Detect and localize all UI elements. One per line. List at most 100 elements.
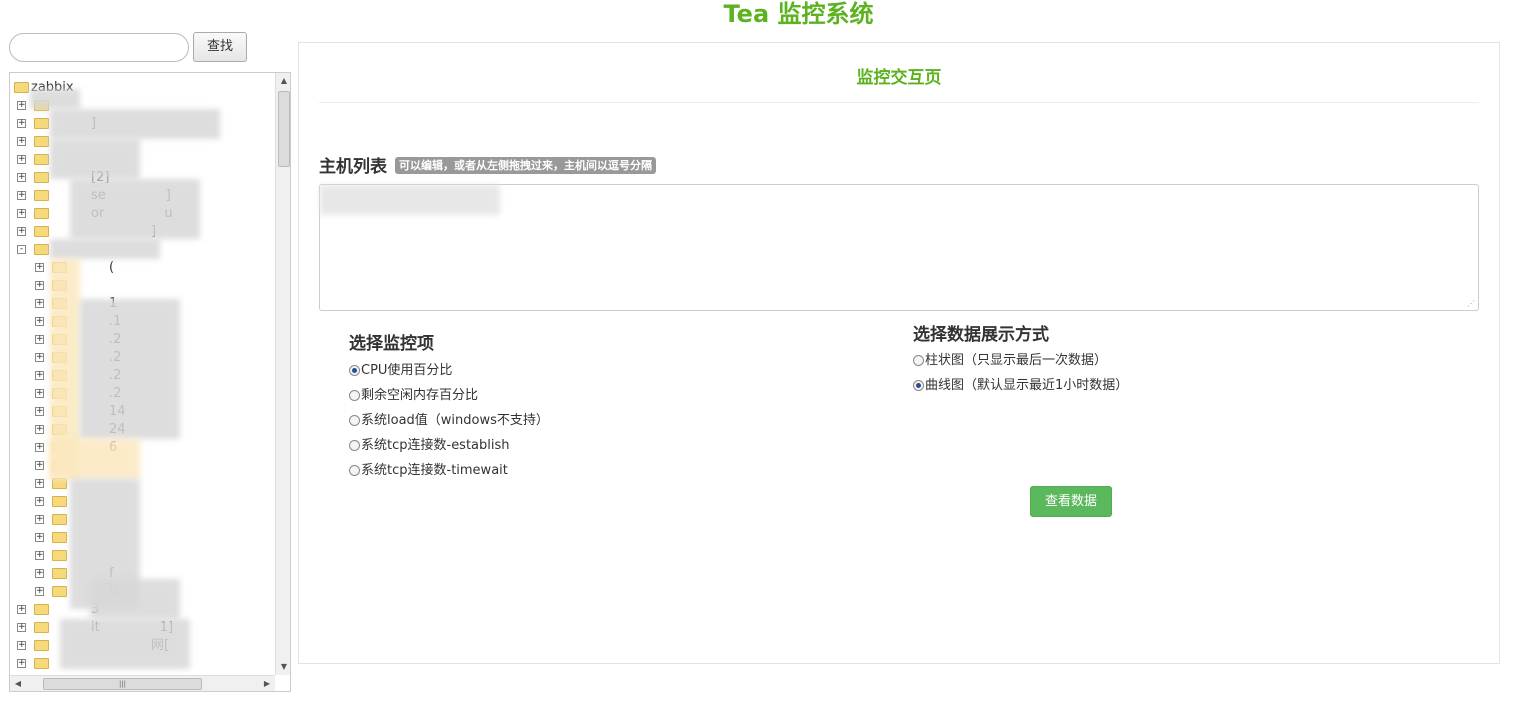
expand-icon[interactable]: + <box>17 191 26 200</box>
display-mode-label: 柱状图（只显示最后一次数据） <box>925 353 1108 368</box>
main-panel: 监控交互页 主机列表 可以编辑，或者从左侧拖拽过来，主机间以逗号分隔 ⋰ 选择监… <box>298 42 1500 664</box>
folder-icon <box>34 190 49 201</box>
expand-icon[interactable]: + <box>35 389 44 398</box>
host-list-textarea[interactable]: ⋰ <box>319 184 1479 311</box>
view-data-button[interactable]: 查看数据 <box>1030 486 1112 517</box>
expand-icon[interactable]: + <box>35 479 44 488</box>
metric-option[interactable]: 系统tcp连接数-establish <box>349 437 510 455</box>
scroll-thumb[interactable] <box>278 91 290 167</box>
folder-icon <box>34 604 49 615</box>
expand-icon[interactable]: + <box>35 281 44 290</box>
radio-button[interactable] <box>349 390 360 401</box>
expand-icon[interactable]: + <box>17 659 26 668</box>
expand-icon[interactable]: + <box>35 407 44 416</box>
expand-icon[interactable]: + <box>35 533 44 542</box>
folder-icon <box>34 658 49 669</box>
folder-icon <box>52 532 67 543</box>
expand-icon[interactable]: + <box>35 461 44 470</box>
expand-icon[interactable]: + <box>35 353 44 362</box>
folder-icon <box>52 478 67 489</box>
expand-icon[interactable]: + <box>35 299 44 308</box>
expand-icon[interactable]: + <box>35 551 44 560</box>
folder-icon <box>52 586 67 597</box>
metric-section-title: 选择监控项 <box>349 334 434 354</box>
expand-icon[interactable]: + <box>35 443 44 452</box>
redaction-blur <box>50 139 140 179</box>
scroll-right-arrow-icon[interactable]: ▶ <box>259 676 275 691</box>
expand-icon[interactable]: + <box>35 587 44 596</box>
horizontal-scroll-thumb[interactable]: ||| <box>43 678 202 690</box>
folder-icon <box>52 550 67 561</box>
scroll-down-arrow-icon[interactable]: ▼ <box>276 659 290 675</box>
redaction-blur <box>70 179 200 239</box>
redaction-blur <box>50 109 220 139</box>
metric-option-label: CPU使用百分比 <box>361 363 453 378</box>
collapse-icon[interactable]: - <box>17 245 26 254</box>
folder-icon <box>34 118 49 129</box>
tree-node-label: ( <box>109 260 115 275</box>
folder-icon <box>34 244 49 255</box>
expand-icon[interactable]: + <box>35 335 44 344</box>
expand-icon[interactable]: + <box>17 623 26 632</box>
folder-icon <box>34 208 49 219</box>
tree-vertical-scrollbar[interactable]: ▲ ▼ <box>275 73 290 675</box>
expand-icon[interactable]: + <box>35 263 44 272</box>
display-mode-label: 曲线图（默认显示最近1小时数据） <box>925 378 1129 393</box>
expand-icon[interactable]: + <box>17 155 26 164</box>
expand-icon[interactable]: + <box>17 209 26 218</box>
radio-button[interactable] <box>349 365 360 376</box>
metric-option[interactable]: CPU使用百分比 <box>349 362 452 380</box>
folder-icon <box>34 226 49 237</box>
expand-icon[interactable]: + <box>35 497 44 506</box>
redaction-blur <box>30 89 80 109</box>
folder-icon <box>14 82 29 93</box>
expand-icon[interactable]: + <box>35 317 44 326</box>
redaction-blur <box>50 239 160 259</box>
radio-button[interactable] <box>349 465 360 476</box>
host-list-label: 主机列表 <box>319 157 387 177</box>
expand-icon[interactable]: + <box>17 119 26 128</box>
folder-icon <box>34 154 49 165</box>
host-list-hint-badge: 可以编辑，或者从左侧拖拽过来，主机间以逗号分隔 <box>395 157 656 174</box>
scroll-left-arrow-icon[interactable]: ◀ <box>10 676 26 691</box>
app-title: Tea 监控系统 <box>723 0 874 28</box>
expand-icon[interactable]: + <box>17 605 26 614</box>
display-mode-option[interactable]: 柱状图（只显示最后一次数据） <box>913 352 1107 370</box>
metric-option[interactable]: 剩余空闲内存百分比 <box>349 387 478 405</box>
page-title: 监控交互页 <box>856 68 942 88</box>
radio-button[interactable] <box>349 415 360 426</box>
expand-icon[interactable]: + <box>17 173 26 182</box>
metric-option[interactable]: 系统load值（windows不支持） <box>349 412 549 430</box>
redaction-blur <box>320 185 500 215</box>
metric-option[interactable]: 系统tcp连接数-timewait <box>349 462 508 480</box>
metric-option-label: 系统tcp连接数-establish <box>361 438 510 453</box>
divider <box>319 102 1479 103</box>
expand-icon[interactable]: + <box>17 227 26 236</box>
search-button[interactable]: 查找 <box>193 32 247 62</box>
redaction-blur <box>90 579 180 619</box>
expand-icon[interactable]: + <box>17 137 26 146</box>
display-mode-option[interactable]: 曲线图（默认显示最近1小时数据） <box>913 377 1128 395</box>
search-input[interactable] <box>9 33 189 62</box>
radio-button[interactable] <box>913 380 924 391</box>
redaction-blur <box>60 619 190 669</box>
expand-icon[interactable]: + <box>35 425 44 434</box>
resize-grip-icon[interactable]: ⋰ <box>1467 299 1475 308</box>
folder-icon <box>34 622 49 633</box>
metric-option-label: 系统load值（windows不支持） <box>361 413 549 428</box>
folder-icon <box>52 496 67 507</box>
folder-icon <box>34 640 49 651</box>
expand-icon[interactable]: + <box>35 371 44 380</box>
expand-icon[interactable]: + <box>17 641 26 650</box>
radio-button[interactable] <box>349 440 360 451</box>
expand-icon[interactable]: + <box>35 569 44 578</box>
redaction-blur <box>50 439 140 479</box>
folder-icon <box>34 136 49 147</box>
redaction-blur <box>80 299 180 439</box>
expand-icon[interactable]: + <box>17 101 26 110</box>
expand-icon[interactable]: + <box>35 515 44 524</box>
radio-button[interactable] <box>913 355 924 366</box>
tree-horizontal-scrollbar[interactable]: ◀ ||| ▶ <box>10 675 275 691</box>
scroll-up-arrow-icon[interactable]: ▲ <box>276 73 290 89</box>
folder-icon <box>34 172 49 183</box>
